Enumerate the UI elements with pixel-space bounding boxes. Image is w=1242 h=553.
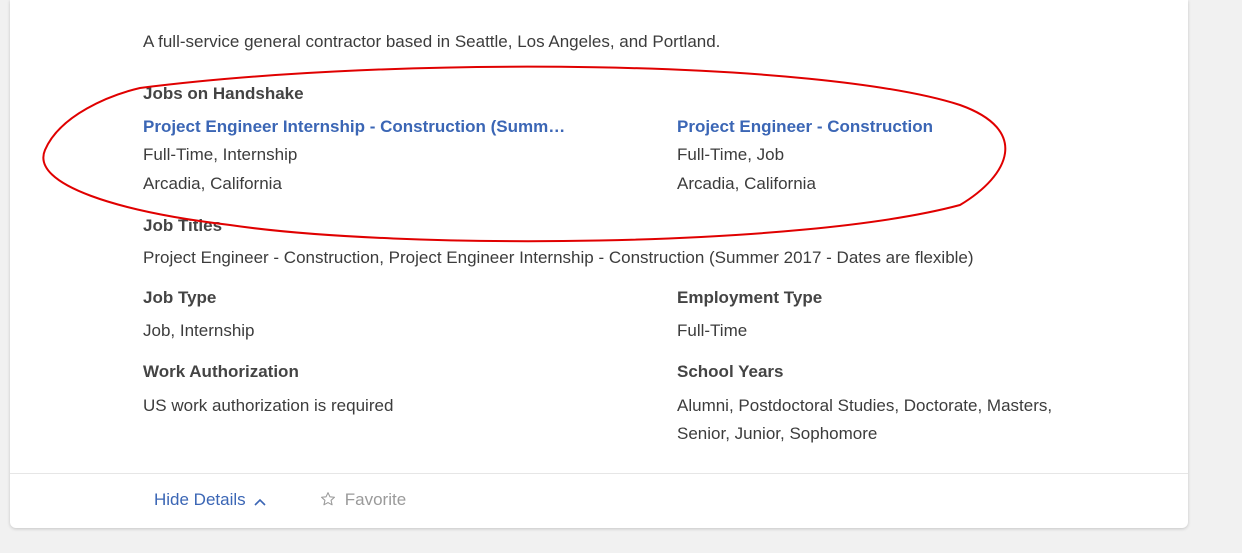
favorite-button[interactable]: Favorite [320,490,406,512]
job-link-project-engineer[interactable]: Project Engineer - Construction [677,117,933,137]
job-type-project-engineer: Full-Time, Job [677,145,785,164]
hide-details-button[interactable]: Hide Details [154,490,266,511]
job-type-heading: Job Type [143,288,217,307]
job-type-internship: Full-Time, Internship [143,145,298,164]
work-authorization-value: US work authorization is required [143,396,394,415]
school-years-value-line1: Alumni, Postdoctoral Studies, Doctorate,… [677,396,1053,415]
favorite-label: Favorite [344,490,407,509]
employer-details-card: A full-service general contractor based … [10,0,1188,528]
company-description: A full-service general contractor based … [143,32,721,51]
hide-details-label: Hide Details [154,490,246,509]
job-type-value: Job, Internship [143,321,255,340]
school-years-value-line2: Senior, Junior, Sophomore [677,424,878,443]
job-location-internship: Arcadia, California [143,174,282,193]
employment-type-value: Full-Time [677,321,748,340]
employment-type-heading: Employment Type [677,288,823,307]
job-location-project-engineer: Arcadia, California [677,174,816,193]
footer-divider [10,473,1188,474]
job-link-internship[interactable]: Project Engineer Internship - Constructi… [143,117,565,137]
work-authorization-heading: Work Authorization [143,362,299,381]
job-titles-value: Project Engineer - Construction, Project… [143,248,974,267]
job-titles-heading: Job Titles [143,216,223,235]
jobs-on-handshake-heading: Jobs on Handshake [143,84,304,103]
star-outline-icon [320,491,336,512]
chevron-up-icon [254,491,266,511]
school-years-heading: School Years [677,362,784,381]
